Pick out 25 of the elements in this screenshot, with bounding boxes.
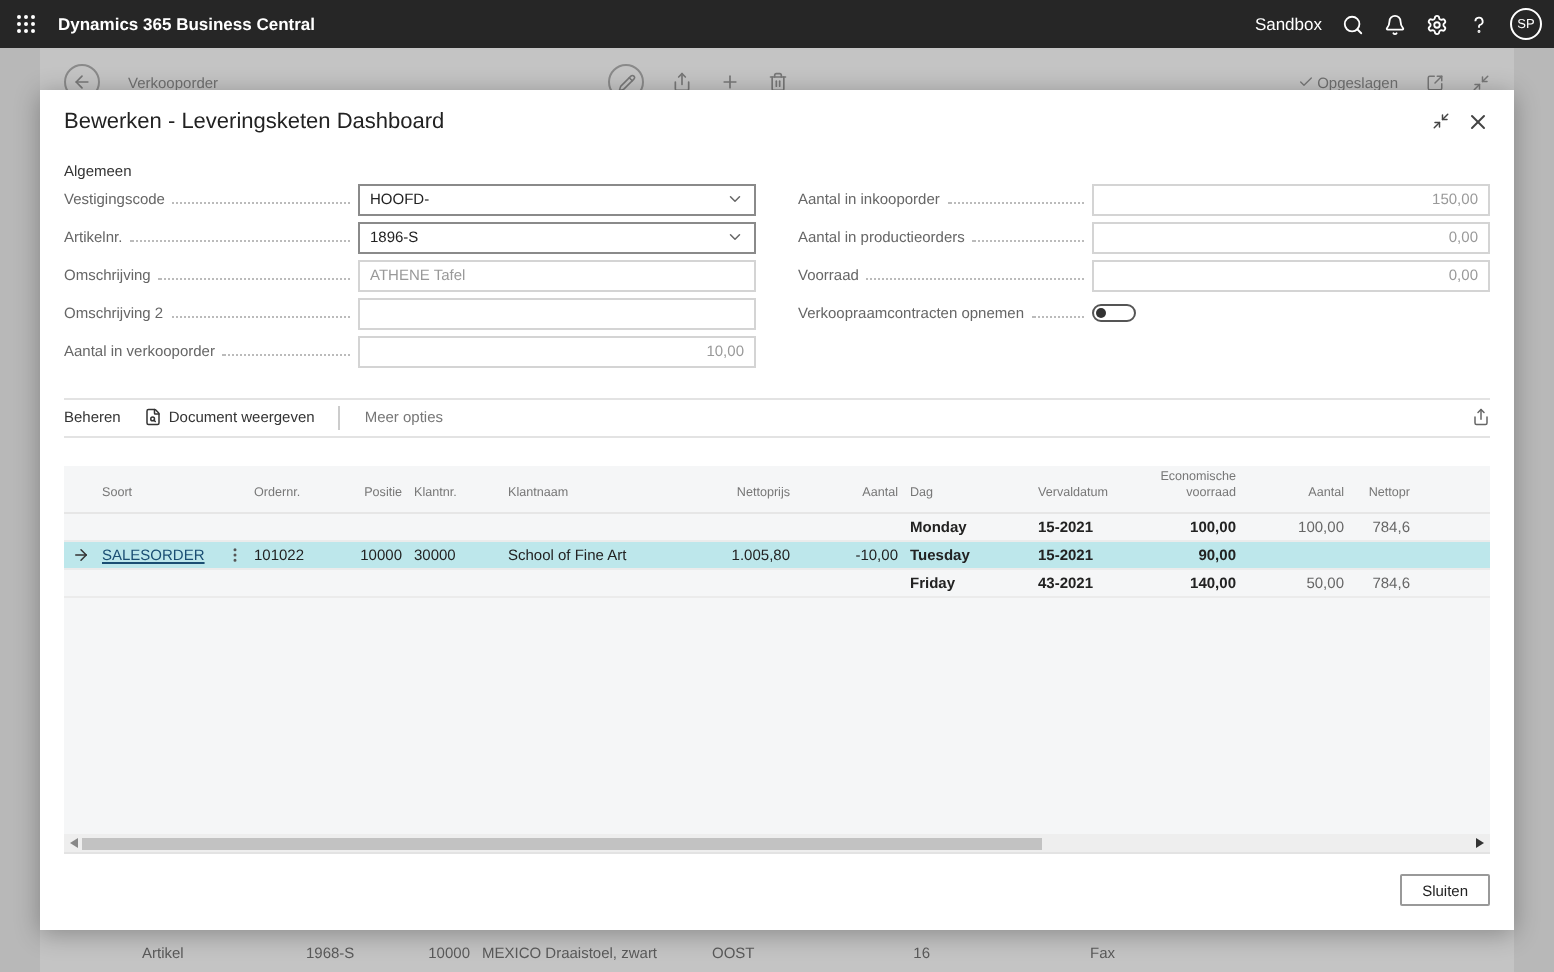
- document-search-icon: [144, 408, 163, 427]
- app-name: Dynamics 365 Business Central: [58, 14, 318, 34]
- arrow-right-icon: [71, 546, 89, 565]
- search-icon[interactable]: [1342, 13, 1364, 35]
- share-icon[interactable]: [1472, 408, 1490, 427]
- toggle-switch[interactable]: [1092, 304, 1136, 323]
- dialog-title: Bewerken - Leveringsketen Dashboard: [64, 109, 447, 134]
- horizontal-scrollbar[interactable]: [64, 834, 1490, 852]
- collapse-icon[interactable]: [1472, 73, 1491, 91]
- app-launcher-icon[interactable]: [14, 12, 38, 36]
- open-in-new-window-icon[interactable]: [1426, 73, 1445, 91]
- pencil-icon: [617, 73, 636, 91]
- scroll-right-icon[interactable]: [1476, 838, 1484, 848]
- close-icon[interactable]: [1466, 109, 1490, 134]
- plus-icon[interactable]: [720, 72, 741, 92]
- bell-icon[interactable]: [1384, 13, 1406, 35]
- share-icon[interactable]: [672, 72, 693, 92]
- scroll-left-icon[interactable]: [70, 838, 78, 848]
- arrow-left-icon: [72, 72, 92, 92]
- input-field[interactable]: [358, 297, 756, 330]
- check-icon: [1297, 74, 1314, 90]
- environment-label: Sandbox: [1254, 14, 1322, 34]
- collapse-icon[interactable]: [1432, 112, 1450, 131]
- settings-icon[interactable]: [1426, 13, 1448, 35]
- trash-icon[interactable]: [768, 72, 789, 92]
